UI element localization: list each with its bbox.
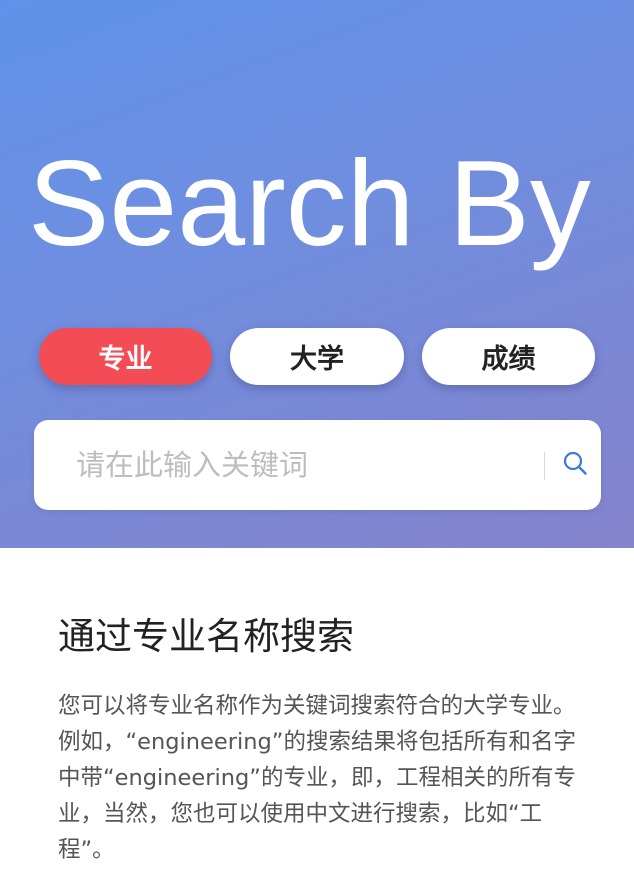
search-input[interactable] bbox=[76, 420, 536, 510]
section-title: 通过专业名称搜索 bbox=[58, 615, 354, 658]
search-button[interactable] bbox=[554, 444, 596, 486]
tab-score-label: 成绩 bbox=[481, 344, 536, 375]
tab-university[interactable]: 大学 bbox=[230, 328, 404, 385]
search-icon bbox=[562, 450, 588, 480]
page: Search By 专业 大学 成绩 通过专业名称搜索 您可以将专业名称作为 bbox=[0, 0, 634, 879]
search-bar bbox=[34, 420, 601, 510]
tab-university-label: 大学 bbox=[290, 344, 344, 375]
hero-title: Search By bbox=[28, 135, 591, 271]
search-divider bbox=[544, 452, 545, 480]
section-description: 您可以将专业名称作为关键词搜索符合的大学专业。例如，“engineering”的… bbox=[58, 693, 576, 863]
hero-banner: Search By 专业 大学 成绩 bbox=[0, 0, 634, 548]
tab-major[interactable]: 专业 bbox=[39, 328, 212, 385]
tab-major-label: 专业 bbox=[98, 344, 153, 375]
tab-score[interactable]: 成绩 bbox=[422, 328, 595, 385]
